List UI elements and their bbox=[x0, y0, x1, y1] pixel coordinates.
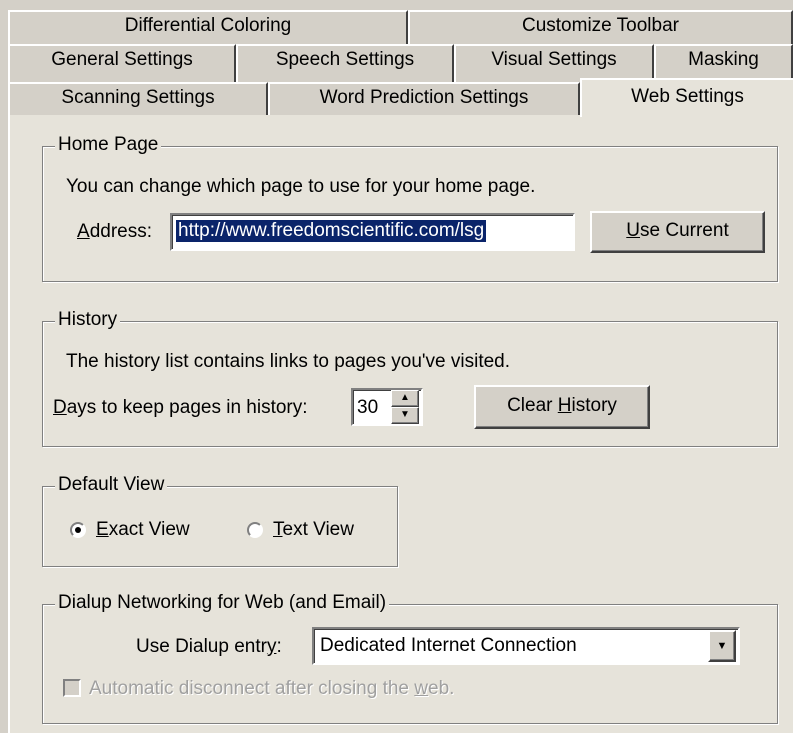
tab-general-settings[interactable]: General Settings bbox=[8, 44, 236, 82]
auto-disconnect-label[interactable]: Automatic disconnect after closing the w… bbox=[89, 678, 454, 700]
history-legend: History bbox=[55, 309, 121, 331]
days-up-button[interactable]: ▲ bbox=[391, 390, 419, 407]
history-description: The history list contains links to pages… bbox=[66, 351, 511, 372]
clear-history-button[interactable]: Clear History bbox=[474, 385, 650, 429]
tab-label: Masking bbox=[688, 49, 759, 70]
home-page-legend: Home Page bbox=[55, 134, 162, 156]
chevron-down-icon: ▼ bbox=[716, 640, 728, 652]
tab-scanning-settings[interactable]: Scanning Settings bbox=[8, 82, 268, 115]
days-down-button[interactable]: ▼ bbox=[391, 407, 419, 424]
tab-customize-toolbar[interactable]: Customize Toolbar bbox=[408, 10, 793, 44]
tab-speech-settings[interactable]: Speech Settings bbox=[236, 44, 454, 82]
exact-view-label[interactable]: Exact View bbox=[96, 519, 190, 541]
tab-label: Web Settings bbox=[631, 86, 744, 107]
history-group: History bbox=[42, 309, 778, 447]
home-page-description: You can change which page to use for you… bbox=[66, 176, 536, 197]
text-view-radio[interactable] bbox=[247, 522, 263, 538]
address-input[interactable]: http://www.freedomscientific.com/lsg bbox=[170, 213, 575, 251]
address-label: Address: bbox=[77, 221, 152, 242]
days-label: Days to keep pages in history: bbox=[53, 397, 308, 418]
tab-label: Scanning Settings bbox=[61, 87, 215, 108]
tab-masking[interactable]: Masking bbox=[654, 44, 793, 82]
tab-visual-settings[interactable]: Visual Settings bbox=[454, 44, 654, 82]
use-current-button[interactable]: Use Current bbox=[590, 211, 765, 253]
days-value: 30 bbox=[357, 397, 379, 418]
exact-view-radio[interactable] bbox=[70, 522, 86, 538]
dialup-entry-select[interactable]: Dedicated Internet Connection ▼ bbox=[312, 627, 740, 665]
arrow-down-icon: ▼ bbox=[400, 409, 410, 420]
address-value: http://www.freedomscientific.com/lsg bbox=[176, 220, 487, 242]
radio-selected-dot bbox=[75, 527, 81, 533]
tab-label: Word Prediction Settings bbox=[319, 87, 529, 108]
tab-label: General Settings bbox=[51, 49, 193, 70]
arrow-up-icon: ▲ bbox=[400, 392, 410, 403]
tab-label: Speech Settings bbox=[275, 49, 415, 70]
dialup-entry-label: Use Dialup entry: bbox=[136, 636, 282, 657]
tab-differential-coloring[interactable]: Differential Coloring bbox=[8, 10, 408, 44]
default-view-legend: Default View bbox=[55, 474, 168, 496]
tab-word-prediction-settings[interactable]: Word Prediction Settings bbox=[268, 82, 580, 115]
dialup-legend: Dialup Networking for Web (and Email) bbox=[55, 592, 390, 614]
dropdown-button[interactable]: ▼ bbox=[708, 630, 736, 662]
days-stepper[interactable]: 30 ▲ ▼ bbox=[351, 388, 423, 426]
dialup-entry-value: Dedicated Internet Connection bbox=[320, 635, 577, 656]
tab-web-settings[interactable]: Web Settings bbox=[580, 78, 793, 117]
tab-label: Differential Coloring bbox=[124, 15, 292, 36]
auto-disconnect-checkbox[interactable] bbox=[63, 679, 81, 697]
tab-label: Visual Settings bbox=[491, 49, 617, 70]
tab-label: Customize Toolbar bbox=[521, 15, 679, 36]
text-view-label[interactable]: Text View bbox=[273, 519, 354, 541]
